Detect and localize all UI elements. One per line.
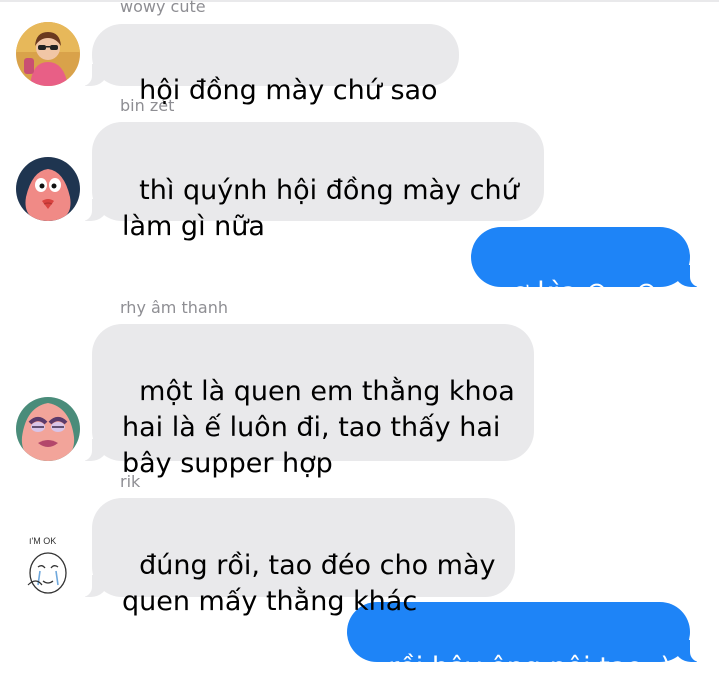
message-text: ơ kìa ⊙﹏⊙ xyxy=(512,277,658,308)
sender-name: rhy âm thanh xyxy=(120,298,228,317)
im-ok-sticker-avatar[interactable]: I'M OK xyxy=(16,533,80,597)
message-bubble[interactable]: đúng rồi, tao đéo cho mày quen mấy thằng… xyxy=(80,498,515,617)
message-text: rồi bây ông nội tao :) xyxy=(388,652,672,683)
patrick-star-avatar[interactable] xyxy=(16,157,80,221)
message-bubble[interactable]: ơ kìa ⊙﹏⊙ xyxy=(471,227,702,308)
patrick-lipstick-avatar[interactable] xyxy=(16,397,80,461)
top-divider xyxy=(0,0,719,2)
message-text: thì quýnh hội đồng mày chứ làm gì nữa xyxy=(122,175,519,242)
im-ok-caption: I'M OK xyxy=(29,536,56,546)
message-bubble[interactable]: thì quýnh hội đồng mày chứ làm gì nữa xyxy=(80,122,544,242)
message-text: hội đồng mày chứ sao xyxy=(139,75,438,106)
sender-name: wowy cute xyxy=(120,0,206,16)
message-bubble[interactable]: một là quen em thằng khoa hai là ế luôn … xyxy=(80,324,534,479)
message-bubble[interactable]: hội đồng mày chứ sao xyxy=(80,24,459,106)
message-text: một là quen em thằng khoa hai là ế luôn … xyxy=(122,376,515,479)
girl-photo-avatar[interactable] xyxy=(16,22,80,86)
